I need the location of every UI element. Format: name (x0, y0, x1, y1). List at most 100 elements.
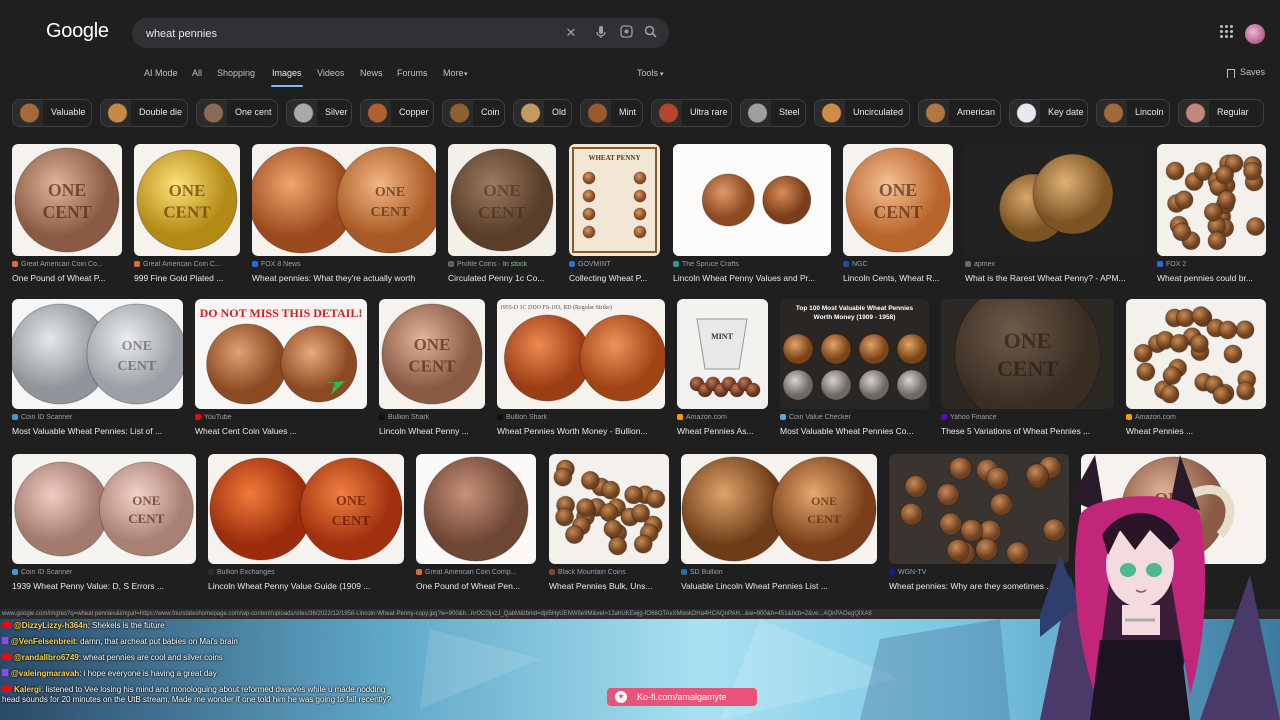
image-result-card[interactable]: DO NOT MISS THIS DETAIL! YouTube Wheat Cen… (195, 299, 367, 451)
image-result-card[interactable]: ONE CENT Great American Coin Co... One Poun… (12, 144, 122, 298)
result-source[interactable]: apmex (965, 261, 1145, 268)
result-title[interactable]: One Pound of Wheat Pen... (416, 581, 536, 591)
result-thumbnail[interactable]: Top 100 Most Valuable Wheat Pennies Worth… (780, 299, 929, 409)
result-thumbnail[interactable]: ONECENT (208, 454, 404, 564)
image-result-card[interactable]: Top 100 Most Valuable Wheat Pennies Worth… (780, 299, 929, 451)
tab-ai-mode[interactable]: AI Mode (144, 68, 178, 78)
chip-lincoln[interactable]: Lincoln (1096, 99, 1170, 127)
search-input[interactable] (144, 18, 548, 50)
result-source[interactable]: Coin ID Scanner (12, 569, 196, 576)
kofi-banner[interactable]: ♥ Ko-fi.com/amalgamyte (607, 688, 757, 706)
lens-icon[interactable] (618, 25, 634, 41)
result-thumbnail[interactable]: DO NOT MISS THIS DETAIL! (195, 299, 367, 409)
tab-tools[interactable]: Tools (637, 68, 658, 78)
account-avatar[interactable] (1245, 24, 1265, 44)
chip-ultra-rare[interactable]: Ultra rare (651, 99, 732, 127)
result-title[interactable]: Wheat pennies could br... (1157, 273, 1266, 283)
chip-regular[interactable]: Regular (1178, 99, 1264, 127)
result-source[interactable]: Bullion Shark (379, 414, 485, 421)
chip-old[interactable]: Old (513, 99, 572, 127)
result-thumbnail[interactable]: ONECENT (448, 144, 556, 256)
chip-american[interactable]: American (918, 99, 1001, 127)
result-title[interactable]: Lincoln Wheat Penny ... (379, 426, 485, 436)
result-thumbnail[interactable] (965, 144, 1145, 256)
result-title[interactable]: 999 Fine Gold Plated ... (134, 273, 240, 283)
result-thumbnail[interactable]: ONECENT (843, 144, 953, 256)
result-title[interactable]: Circulated Penny 1c Co... (448, 273, 556, 283)
result-title[interactable]: Wheat pennies: What they're actually wor… (252, 273, 436, 283)
result-title[interactable]: 1939 Wheat Penny Value: D, S Errors ... (12, 581, 196, 591)
result-thumbnail[interactable]: ONECENT (12, 299, 183, 409)
google-logo[interactable]: Google (46, 20, 109, 43)
result-title[interactable]: Lincoln Wheat Penny Value Guide (1909 ..… (208, 581, 404, 591)
image-result-card[interactable]: ONE CENT SD Bullion Valuable Lincoln Wheat … (681, 454, 877, 606)
result-title[interactable]: One Pound of Wheat P... (12, 273, 122, 283)
result-source[interactable]: Bullion Shark (497, 414, 665, 421)
result-thumbnail[interactable]: ONECENT (252, 144, 436, 256)
chip-copper[interactable]: Copper (360, 99, 434, 127)
chip-steel[interactable]: Steel (740, 99, 806, 127)
tab-more[interactable]: More (443, 68, 464, 78)
clear-icon[interactable]: ✕ (563, 25, 579, 41)
tab-forums[interactable]: Forums (397, 68, 428, 78)
image-result-card[interactable]: ONE CENT Coin ID Scanner 1939 Wheat Penny V… (12, 454, 196, 606)
result-source[interactable]: FOX 2 (1157, 261, 1266, 268)
result-thumbnail[interactable]: 1955-D 1C DDO FS-103, RD (Regular Strike… (497, 299, 665, 409)
chip-key-date[interactable]: Key date (1009, 99, 1088, 127)
result-thumbnail[interactable]: ONECENT (134, 144, 240, 256)
google-apps-icon[interactable] (1220, 25, 1234, 39)
search-icon[interactable] (642, 25, 658, 41)
result-source[interactable]: Yahoo Finance (941, 414, 1114, 421)
tab-images[interactable]: Images (272, 68, 302, 78)
image-result-card[interactable]: The Spruce Crafts Lincoln Wheat Penny Val… (673, 144, 831, 298)
result-source[interactable]: Bullion Exchanges (208, 569, 404, 576)
image-result-card[interactable]: Great American Coin Comp... One Pound of … (416, 454, 536, 606)
result-thumbnail[interactable] (1157, 144, 1266, 256)
search-box[interactable]: ✕ (132, 18, 669, 48)
result-thumbnail[interactable] (1126, 299, 1266, 409)
result-source[interactable]: SD Bullion (681, 569, 877, 576)
result-title[interactable]: Wheat Pennies Worth Money - Bullion... (497, 426, 665, 436)
result-source[interactable]: Great American Coin Co... (12, 261, 122, 268)
result-title[interactable]: Wheat Pennies ... (1126, 426, 1266, 436)
result-source[interactable]: GOVMINT (569, 261, 660, 268)
result-title[interactable]: Lincoln Cents, Wheat R... (843, 273, 953, 283)
chip-one-cent[interactable]: One cent (196, 99, 278, 127)
image-result-card[interactable]: WHEAT PENNY GOVMINT Collecting Wheat P... (569, 144, 660, 298)
result-title[interactable]: Wheat Pennies Bulk, Uns... (549, 581, 669, 591)
result-source[interactable]: Great American Coin C... (134, 261, 240, 268)
chip-double-die[interactable]: Double die (100, 99, 188, 127)
chip-valuable[interactable]: Valuable (12, 99, 92, 127)
result-thumbnail[interactable]: ONECENT (379, 299, 485, 409)
image-result-card[interactable]: MINT Amazon.com Wheat Pennies As... (677, 299, 768, 451)
result-thumbnail[interactable] (416, 454, 536, 564)
image-result-card[interactable]: ONE CENT Bullion Exchanges Lincoln Wheat Pe… (208, 454, 404, 606)
result-source[interactable]: Profile Coins · In stock (448, 261, 556, 268)
result-source[interactable]: FOX 8 News (252, 261, 436, 268)
result-source[interactable]: Coin Value Checker (780, 414, 929, 421)
result-thumbnail[interactable] (673, 144, 831, 256)
result-thumbnail[interactable]: MINT (677, 299, 768, 409)
chip-mint[interactable]: Mint (580, 99, 643, 127)
image-result-card[interactable]: FOX 2 Wheat pennies could br... (1157, 144, 1266, 298)
result-source[interactable]: Coin ID Scanner (12, 414, 183, 421)
result-source[interactable]: Amazon.com (677, 414, 768, 421)
result-thumbnail[interactable] (549, 454, 669, 564)
result-thumbnail[interactable]: ONECENT (12, 144, 122, 256)
result-thumbnail[interactable]: ONECENT (12, 454, 196, 564)
tab-videos[interactable]: Videos (317, 68, 344, 78)
image-result-card[interactable]: 1955-D 1C DDO FS-103, RD (Regular Strike… (497, 299, 665, 451)
result-title[interactable]: What is the Rarest Wheat Penny? - APM... (965, 273, 1145, 283)
image-result-card[interactable]: apmex What is the Rarest Wheat Penny? - A… (965, 144, 1145, 298)
image-result-card[interactable]: Black Mountain Coins Wheat Pennies Bulk, … (549, 454, 669, 606)
image-result-card[interactable]: Amazon.com Wheat Pennies ... (1126, 299, 1266, 451)
result-title[interactable]: Valuable Lincoln Wheat Pennies List ... (681, 581, 877, 591)
image-result-card[interactable]: ONE CENT Great American Coin C... 999 Fine … (134, 144, 240, 298)
result-title[interactable]: Lincoln Wheat Penny Values and Pr... (673, 273, 831, 283)
result-thumbnail[interactable]: ONECENT (681, 454, 877, 564)
image-result-card[interactable]: ONE CENT NGC Lincoln Cents, Wheat R... (843, 144, 953, 298)
result-title[interactable]: Wheat Cent Coin Values ... (195, 426, 367, 436)
result-source[interactable]: Great American Coin Comp... (416, 569, 536, 576)
chip-silver[interactable]: Silver (286, 99, 352, 127)
result-thumbnail[interactable]: WHEAT PENNY (569, 144, 660, 256)
